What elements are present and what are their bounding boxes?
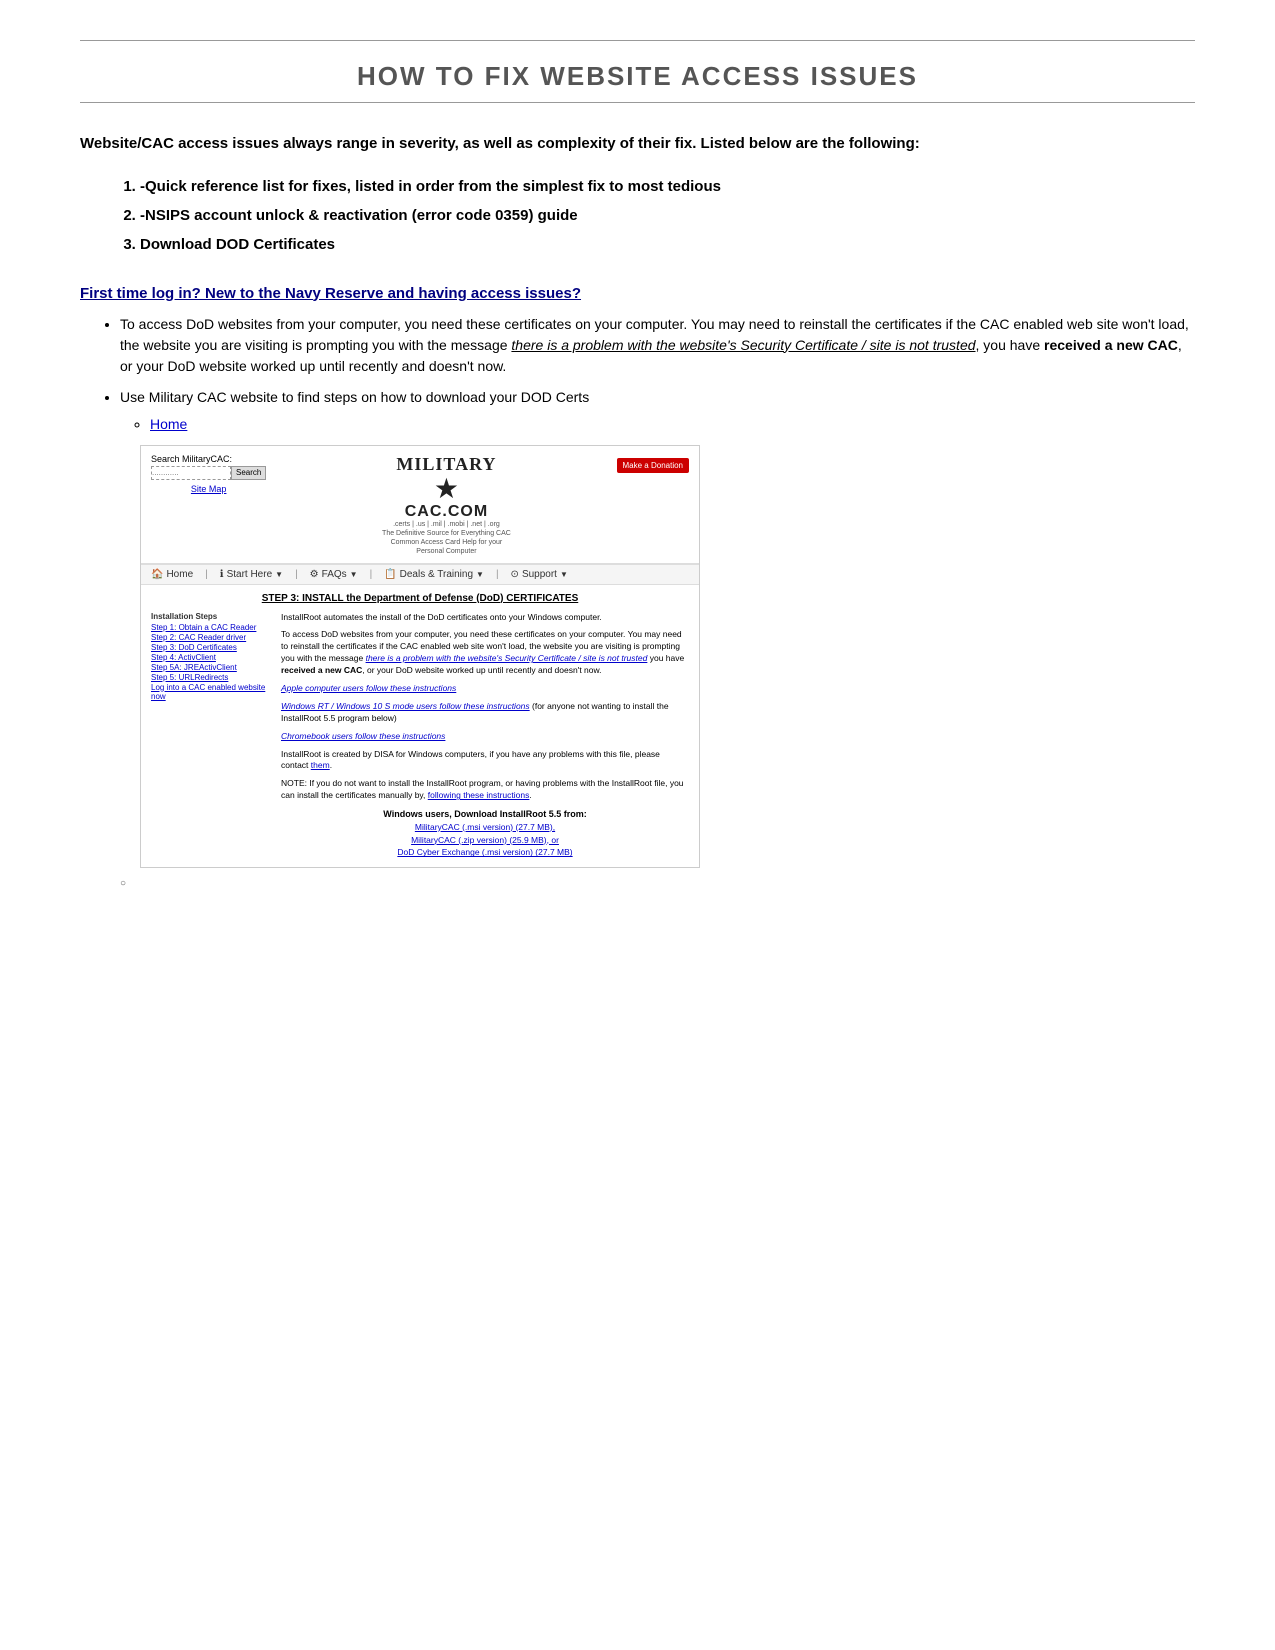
bottom-circle: ○ — [120, 878, 1195, 889]
manually-link[interactable]: following these instructions — [428, 790, 530, 800]
info-icon: ℹ — [220, 569, 224, 580]
page-title: HOW TO FIX WEBSITE ACCESS ISSUES — [80, 61, 1195, 92]
para-disa: InstallRoot is created by DISA for Windo… — [281, 749, 689, 773]
logo-military: MILITARY — [276, 454, 616, 475]
deals-icon: 📋 — [384, 569, 396, 580]
support-label: Support — [522, 569, 557, 580]
toc-item-3: Download DOD Certificates — [140, 234, 1195, 255]
site-content: STEP 3: INSTALL the Department of Defens… — [141, 585, 699, 868]
logo-tagline-3: Personal Computer — [276, 548, 616, 555]
installation-steps-label: Installation Steps — [151, 612, 271, 621]
received-new-cac: received a new CAC — [281, 665, 362, 675]
nav-divider-1: | — [205, 569, 208, 580]
section-heading: First time log in? New to the Navy Reser… — [80, 285, 1195, 302]
step5-link[interactable]: Step 5: URLRedirects — [151, 673, 271, 682]
nav-item-deals-training[interactable]: 📋 Deals & Training ▼ — [384, 569, 484, 580]
bullet-item-1: To access DoD websites from your compute… — [120, 314, 1195, 377]
site-search-button[interactable]: Search — [231, 466, 266, 480]
faqs-icon: ⚙ — [310, 569, 319, 580]
faqs-arrow: ▼ — [350, 570, 358, 579]
search-row: Search — [151, 466, 266, 480]
site-header: Search MilitaryCAC: Search Site Map MILI… — [141, 446, 699, 564]
chromebook-link[interactable]: Chromebook users follow these instructio… — [281, 731, 445, 741]
para-chromebook: Chromebook users follow these instructio… — [281, 731, 689, 743]
download-link-2: MilitaryCAC (.zip version) (25.9 MB), or — [281, 834, 689, 847]
bullet-item-2: Use Military CAC website to find steps o… — [120, 387, 1195, 435]
logo-urls: .certs | .us | .mil | .mobi | .net | .or… — [276, 521, 616, 528]
nav-item-home[interactable]: 🏠 Home — [151, 569, 193, 580]
deals-arrow: ▼ — [476, 570, 484, 579]
site-map-anchor[interactable]: Site Map — [191, 484, 227, 494]
disa-contact-link[interactable]: them — [311, 760, 330, 770]
toc-item-1: -Quick reference list for fixes, listed … — [140, 176, 1195, 197]
windows-rt-link[interactable]: Windows RT / Windows 10 S mode users fol… — [281, 701, 530, 711]
para-apple: Apple computer users follow these instru… — [281, 683, 689, 695]
nav-item-support[interactable]: ⊙ Support ▼ — [511, 569, 568, 580]
logo-tagline-1: The Definitive Source for Everything CAC — [276, 530, 616, 537]
main-bullet-list: To access DoD websites from your compute… — [120, 314, 1195, 435]
step1-link[interactable]: Step 1: Obtain a CAC Reader — [151, 623, 271, 632]
zip-militarycac-link[interactable]: MilitaryCAC (.zip version) (25.9 MB), or — [411, 835, 559, 845]
sub-list-item-1: Home — [150, 414, 1195, 435]
title-bottom-rule — [80, 102, 1195, 103]
nav-divider-4: | — [496, 569, 499, 580]
step-title: STEP 3: INSTALL the Department of Defens… — [151, 593, 689, 604]
toc-item-2: -NSIPS account unlock & reactivation (er… — [140, 205, 1195, 226]
nav-divider-3: | — [370, 569, 373, 580]
logo-tagline-2: Common Access Card Help for your — [276, 539, 616, 546]
logo-star: ★ — [276, 475, 616, 503]
windows-download: Windows users, Download InstallRoot 5.5 … — [281, 808, 689, 859]
apple-instructions-link[interactable]: Apple computer users follow these instru… — [281, 683, 456, 693]
top-rule — [80, 40, 1195, 41]
site-nav: 🏠 Home | ℹ Start Here ▼ | ⚙ FAQs ▼ | 📋 D… — [141, 564, 699, 585]
bullet1-bold: received a new CAC — [1044, 337, 1178, 353]
content-layout: Installation Steps Step 1: Obtain a CAC … — [151, 612, 689, 860]
search-area: Search MilitaryCAC: Search Site Map — [151, 454, 266, 494]
sidebar-steps: Installation Steps Step 1: Obtain a CAC … — [151, 612, 271, 860]
step5a-link[interactable]: Step 5A: JREActivClient — [151, 663, 271, 672]
dod-cyber-link[interactable]: DoD Cyber Exchange (.msi version) (27.7 … — [397, 847, 572, 857]
msi-militarycac-link[interactable]: MilitaryCAC (.msi version) (27.7 MB), — [415, 822, 555, 832]
step2-link[interactable]: Step 2: CAC Reader driver — [151, 633, 271, 642]
para-access: To access DoD websites from your compute… — [281, 629, 689, 677]
step4-link[interactable]: Step 4: ActivClient — [151, 653, 271, 662]
para-windows-rt: Windows RT / Windows 10 S mode users fol… — [281, 701, 689, 725]
site-logo: MILITARY ★ CAC.COM .certs | .us | .mil |… — [276, 454, 616, 555]
italic-cert-text: there is a problem with the website's Se… — [511, 337, 975, 353]
intro-text: Website/CAC access issues always range i… — [80, 133, 1195, 156]
nav-item-faqs[interactable]: ⚙ FAQs ▼ — [310, 569, 358, 580]
download-link-3: DoD Cyber Exchange (.msi version) (27.7 … — [281, 846, 689, 859]
deals-training-label: Deals & Training — [400, 569, 473, 580]
toc-list: -Quick reference list for fixes, listed … — [140, 176, 1195, 255]
para-note: NOTE: If you do not want to install the … — [281, 778, 689, 802]
sitemap-link: Site Map — [151, 484, 266, 494]
site-search-input[interactable] — [151, 466, 231, 480]
home-icon: 🏠 — [151, 569, 163, 580]
main-content-area: InstallRoot automates the install of the… — [281, 612, 689, 860]
italic-problem: there is a problem with the website's Se… — [366, 653, 648, 663]
make-donation-button[interactable]: Make a Donation — [617, 458, 689, 473]
log-into-cac-link[interactable]: Log into a CAC enabled website now — [151, 683, 271, 701]
sub-list: Home — [150, 414, 1195, 435]
dodcerts-link[interactable]: Home — [150, 416, 187, 432]
search-label: Search MilitaryCAC: — [151, 454, 266, 464]
para-installroot: InstallRoot automates the install of the… — [281, 612, 689, 624]
nav-item-start-here[interactable]: ℹ Start Here ▼ — [220, 569, 283, 580]
faqs-label: FAQs — [322, 569, 347, 580]
home-label: Home — [166, 569, 193, 580]
start-here-label: Start Here — [227, 569, 273, 580]
download-link-1: MilitaryCAC (.msi version) (27.7 MB), — [281, 821, 689, 834]
support-arrow: ▼ — [560, 570, 568, 579]
bullet1-text-middle: , you have — [976, 337, 1045, 353]
support-icon: ⊙ — [511, 569, 519, 580]
bullet2-text: Use Military CAC website to find steps o… — [120, 389, 589, 405]
nav-divider-2: | — [295, 569, 298, 580]
logo-caccom: CAC.COM — [276, 503, 616, 521]
website-screenshot: Search MilitaryCAC: Search Site Map MILI… — [140, 445, 700, 869]
donation-area: Make a Donation — [617, 454, 689, 473]
windows-download-title: Windows users, Download InstallRoot 5.5 … — [281, 808, 689, 821]
step3-link[interactable]: Step 3: DoD Certificates — [151, 643, 271, 652]
start-here-arrow: ▼ — [275, 570, 283, 579]
